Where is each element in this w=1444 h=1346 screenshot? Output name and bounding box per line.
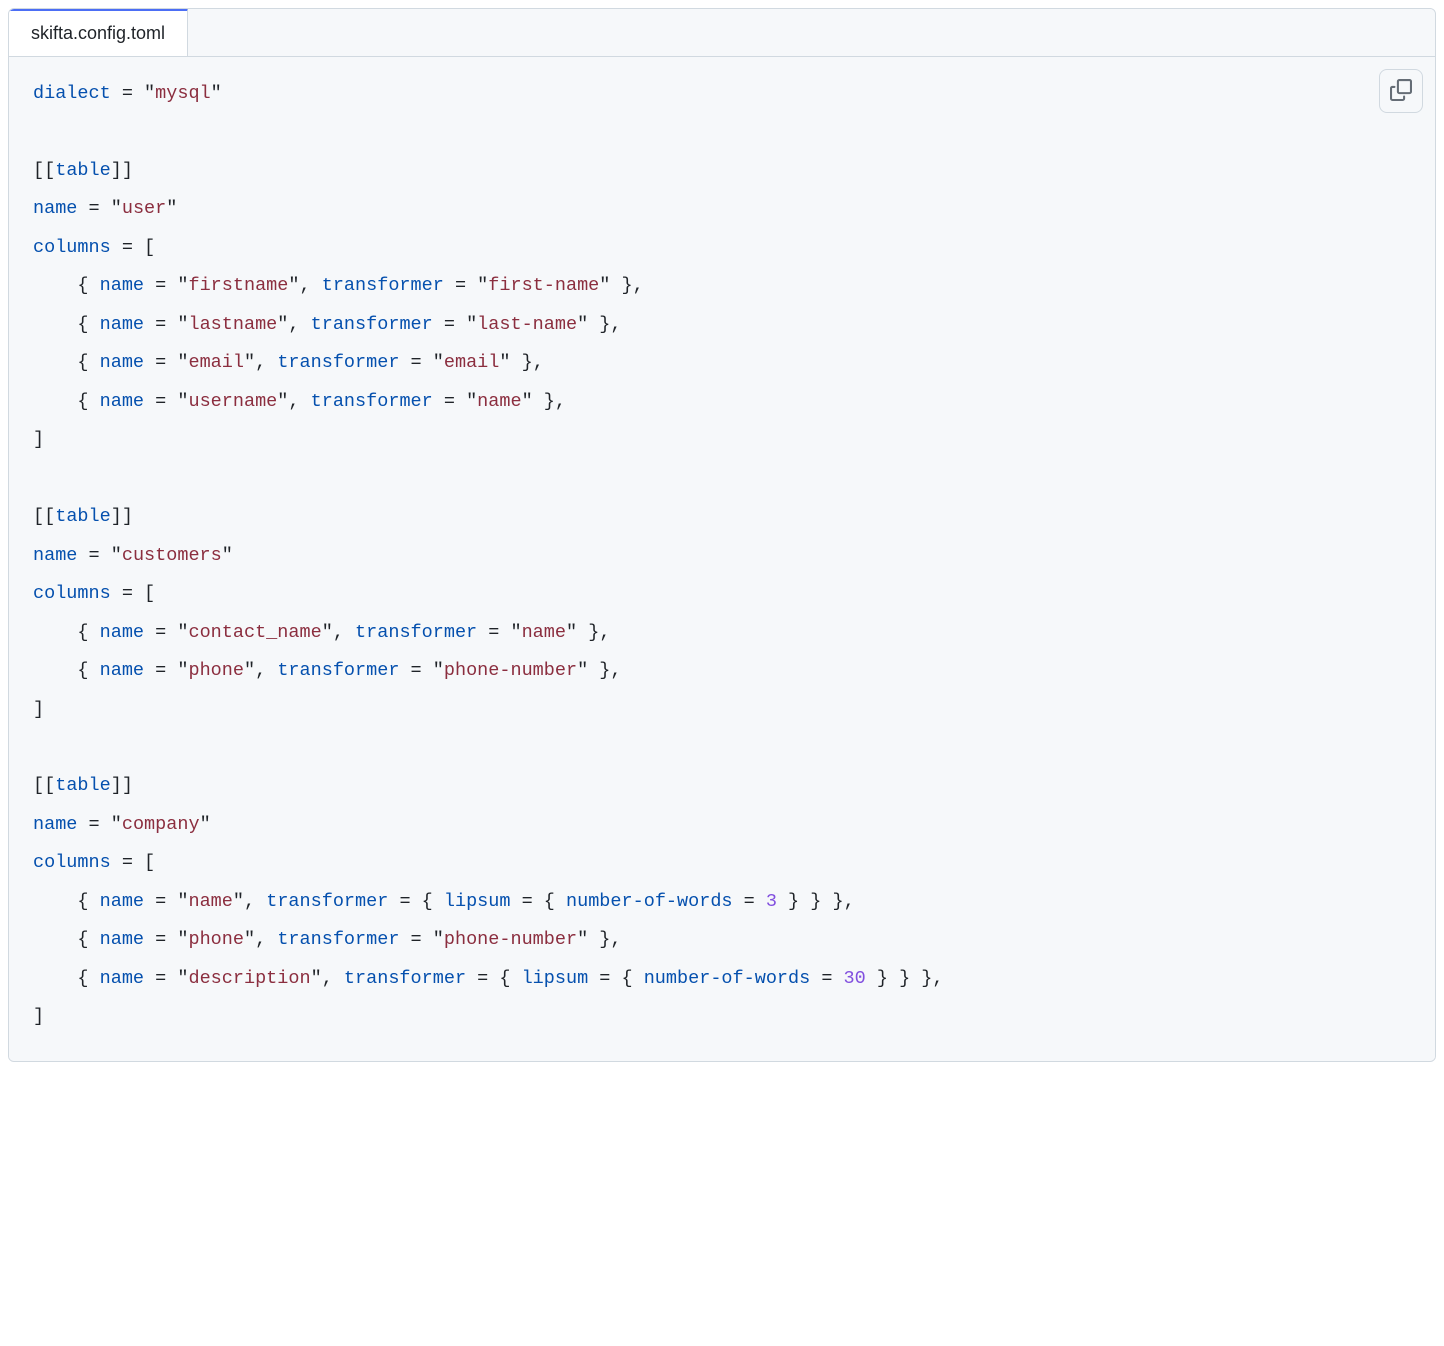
tab-filename: skifta.config.toml xyxy=(31,23,165,43)
copy-button[interactable] xyxy=(1379,69,1423,113)
tab-bar: skifta.config.toml xyxy=(9,9,1435,57)
code-block[interactable]: dialect = "mysql" [[table]] name = "user… xyxy=(33,75,1411,1037)
tab-file[interactable]: skifta.config.toml xyxy=(9,8,188,56)
code-panel: dialect = "mysql" [[table]] name = "user… xyxy=(9,57,1435,1061)
copy-icon xyxy=(1390,79,1412,104)
code-file-container: skifta.config.toml dialect = "mysql" [[t… xyxy=(8,8,1436,1062)
